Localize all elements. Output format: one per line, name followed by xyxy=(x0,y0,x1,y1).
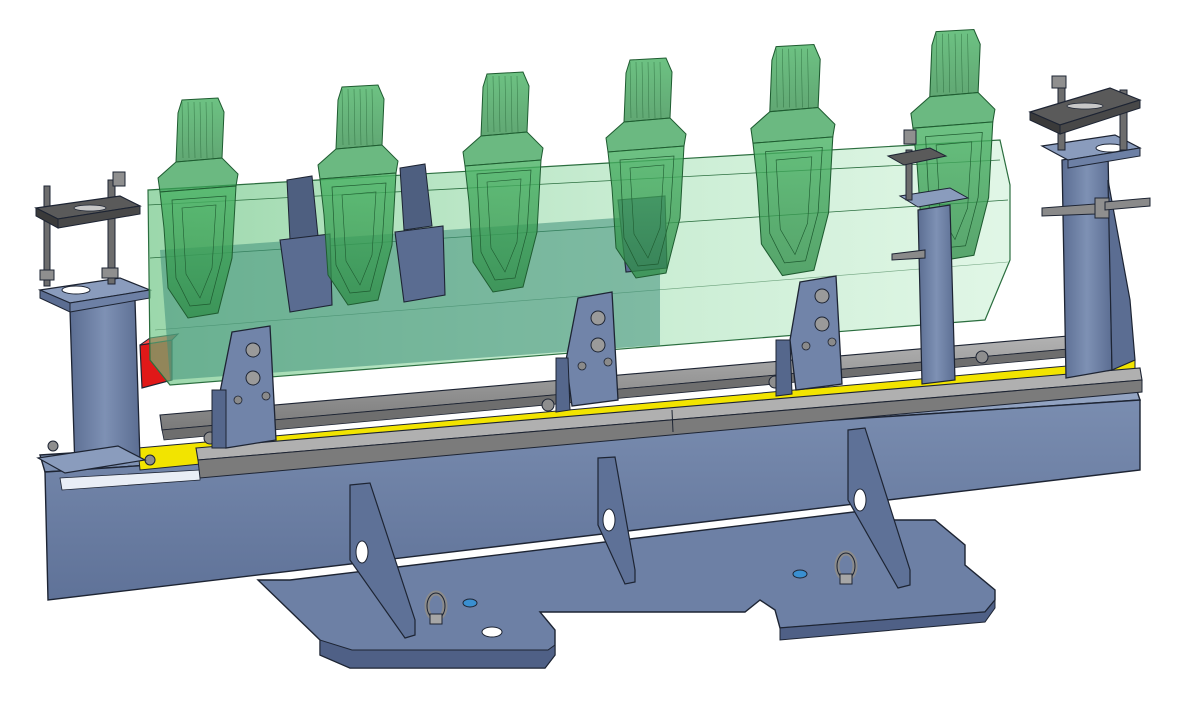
cad-viewport xyxy=(0,0,1183,709)
base-hole-blue xyxy=(792,569,808,579)
fixture-assembly-drawing xyxy=(34,28,1151,669)
left-clamp xyxy=(34,171,142,287)
base-hole-blue xyxy=(462,598,478,608)
base-hole xyxy=(481,626,503,638)
